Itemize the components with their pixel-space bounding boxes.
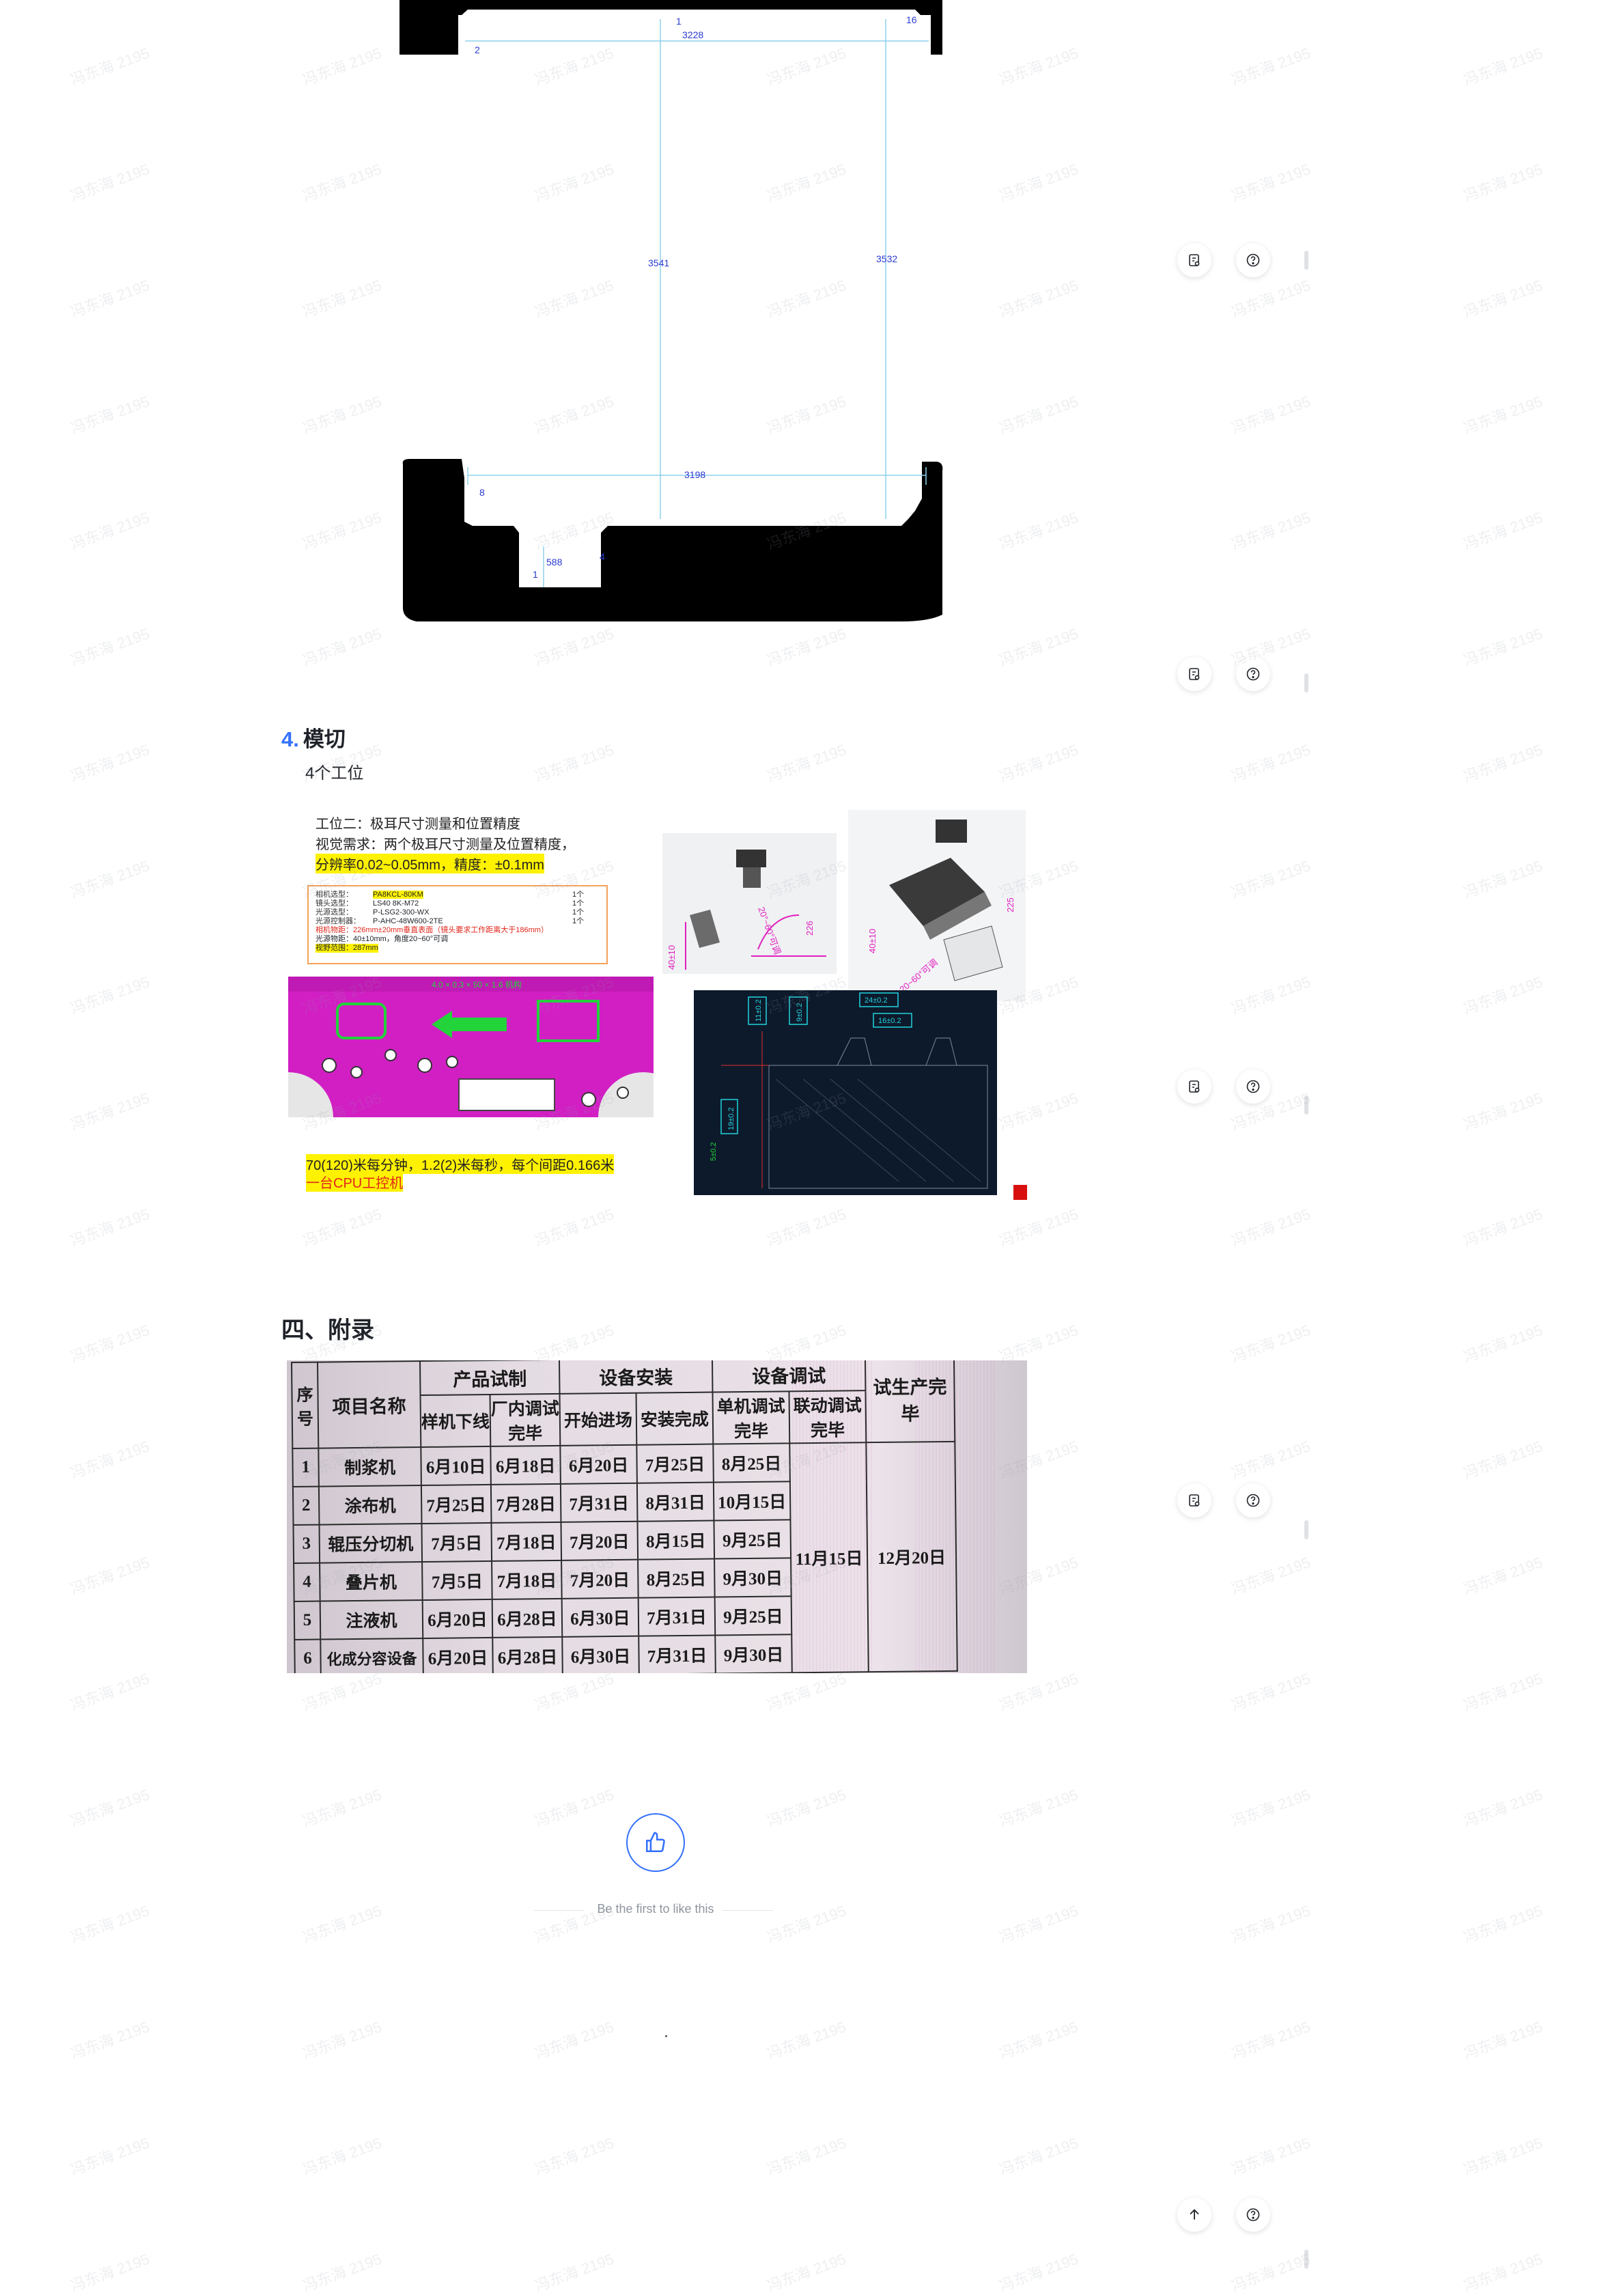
mount-bracket-diagram: 225 40±10 20~60°可调 [848,810,1026,1001]
scroll-marker [1304,2250,1308,2269]
add-comment-button[interactable] [1177,657,1211,691]
comment-add-icon [1189,1494,1200,1507]
help-button[interactable] [1236,2198,1270,2232]
red-marker [1013,1185,1027,1200]
camera-rig-diagram: 40±10 20°~60°可调 226 [662,833,837,974]
help-button[interactable] [1236,657,1270,691]
hardware-spec-box: 相机选型： PA8KCL-80KM 1个 镜头选型： LS40 8K-M72 1个 光源… [307,885,608,964]
scroll-marker [1304,1520,1308,1539]
table-row: 1 制浆机 6月10日 6月18日 6月20日 7月25日 8月25日 11月15日 12月… [292,1441,957,1673]
cad-label: 1 [676,16,682,27]
help-icon [1246,667,1260,681]
back-to-top-button[interactable] [1177,2198,1211,2232]
document-body: 1 16 2 3228 3541 3532 3198 8 588 1 4 4. 模… [0,0,1613,2271]
magenta-title: 4.0 × 0.3 × 50 × 1.6 机构 [432,979,522,990]
add-comment-button[interactable] [1177,1483,1211,1517]
header-sub: 开始进场 [559,1392,637,1446]
help-button[interactable] [1236,1069,1270,1104]
cad-label: 2 [475,44,480,55]
dim-label: 11±0.2 [755,999,763,1022]
dot [665,2035,667,2037]
cad-label: 3541 [648,257,669,268]
spec-row: 光源选型： P-LSG2-300-WX 1个 [315,908,585,916]
cad-label: 3198 [684,469,705,480]
help-icon [1246,1080,1260,1093]
station-heading: 工位二：极耳尺寸测量和位置精度 [315,817,520,832]
dim-label: 225 [1005,897,1015,912]
add-comment-button[interactable] [1177,243,1211,277]
cpu-text: 一台CPU工控机 [306,1172,404,1192]
divider [723,1910,773,1911]
comment-add-icon [1189,254,1200,266]
cad-label: 16 [906,14,917,25]
help-icon [1246,2208,1260,2222]
spec-extra: 相机物距：226mm±20mm垂直表面（镜头要求工作距离大于186mm） [315,926,548,934]
dim-label: 19±0.2 [727,1107,735,1130]
vision-requirement: 视觉需求：两个极耳尺寸测量及位置精度， [315,837,575,852]
spec-extra: 光源物距：40±10mm，角度20~60°可调 [315,935,449,943]
section-subtitle: 4个工位 [305,764,364,783]
header-sub: 安装完成 [636,1392,714,1445]
comment-add-icon [1189,668,1200,680]
cad-label: 3532 [876,253,897,264]
dim-label: 9±0.2 [796,1003,804,1022]
cad-label: 588 [546,557,563,568]
divider [534,1910,585,1911]
header-sub: 单机调试完毕 [712,1391,790,1444]
spec-row: 相机选型： PA8KCL-80KM 1个 [315,891,585,899]
cad-dimension-panel: 11±0.2 9±0.2 24±0.2 16±0.2 19±0.2 5±0.2 [694,990,997,1195]
dim-label: 40±10 [667,945,677,970]
thumbs-up-icon [645,1832,665,1853]
like-prompt: Be the first to like this [597,1902,714,1916]
header-install: 设备安装 [559,1360,713,1394]
machine-layout-diagram: 4.0 × 0.3 × 50 × 1.6 机构 [288,977,654,1117]
trial-cell: 12月20日 [866,1441,957,1672]
header-trial: 试生产完毕 [865,1360,955,1443]
cad-label: 3228 [682,29,703,40]
header-sub: 样机下线 [420,1394,491,1448]
section-number: 4. [281,727,299,751]
dim-label: 16±0.2 [878,1017,901,1025]
like-button[interactable] [626,1813,685,1872]
schedule-photo-image: 序号 项目名称 产品试制 设备安装 设备调试 试生产完毕 样机下线 厂内调试完毕… [287,1360,1027,1673]
scroll-marker [1304,673,1308,692]
header-sub: 联动调试完毕 [789,1390,867,1444]
cad-label: 4 [600,551,605,562]
die-cutting-composite-image: 工位二：极耳尺寸测量和位置精度 视觉需求：两个极耳尺寸测量及位置精度， 分辨率0… [285,792,1028,1202]
help-icon [1246,253,1260,267]
dim-label: 40±10 [867,929,878,953]
arrow-up-icon [1190,2209,1199,2220]
header-name: 项目名称 [318,1361,421,1448]
header-product: 产品试制 [420,1360,560,1396]
scroll-marker [1304,251,1308,270]
cad-label: 8 [479,487,485,498]
help-button[interactable] [1236,1483,1270,1517]
add-comment-button[interactable] [1177,1069,1211,1104]
appendix-heading: 四、附录 [281,1317,374,1343]
header-debug: 设备调试 [712,1360,866,1392]
spec-extra: 视野范围：287mm [315,944,378,953]
linkage-cell: 11月15日 [789,1442,869,1673]
header-sub: 厂内调试完毕 [490,1393,561,1446]
schedule-table: 序号 项目名称 产品试制 设备安装 设备调试 试生产完毕 样机下线 厂内调试完毕… [291,1360,958,1673]
scroll-marker [1304,1095,1308,1115]
resolution-text: 分辨率0.02~0.05mm，精度：±0.1mm [315,854,544,873]
cad-label: 1 [533,569,538,580]
cad-drawing-image: 1 16 2 3228 3541 3532 3198 8 588 1 4 [399,0,943,621]
dim-label: 226 [804,921,815,936]
comment-add-icon [1189,1080,1200,1093]
help-button[interactable] [1236,243,1270,277]
section-title: 模切 [303,727,346,751]
dim-label: 5±0.2 [710,1143,718,1161]
help-icon [1246,1494,1260,1507]
speed-text: 70(120)米每分钟，1.2(2)米每秒，每个间距0.166米 [306,1154,615,1174]
spec-row: 光源控制器： P-AHC-48W600-2TE 1个 [315,917,585,925]
header-seq: 序号 [292,1362,319,1448]
spec-row: 镜头选型： LS40 8K-M72 1个 [315,899,585,908]
section-heading: 4. 模切 [281,722,346,753]
dim-label: 24±0.2 [865,996,888,1005]
